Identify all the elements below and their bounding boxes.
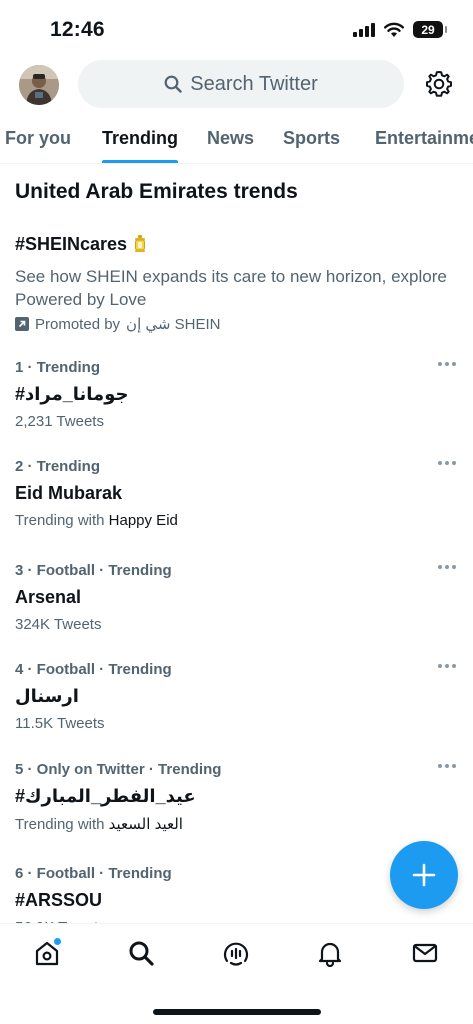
trend-tweet-count: 11.5K Tweets — [15, 715, 105, 732]
active-tab-indicator — [102, 160, 178, 163]
avatar[interactable] — [19, 65, 59, 105]
promo-title: #SHEINcares — [15, 234, 128, 254]
trend-name: #عيد_الفطر_المبارك — [15, 786, 196, 806]
tab-news[interactable]: News — [207, 128, 254, 149]
gear-icon — [426, 71, 452, 97]
trend-name: ارسنال — [15, 686, 79, 706]
section-title: United Arab Emirates trends — [15, 180, 298, 203]
trend-meta: 5 · Only on Twitter · Trending — [15, 761, 222, 778]
nav-home[interactable] — [32, 938, 62, 968]
more-options-icon[interactable] — [438, 359, 456, 369]
more-options-icon[interactable] — [438, 458, 456, 468]
trending-with-label: Trending with — [15, 512, 109, 529]
trend-item[interactable]: 2 · Trending Eid Mubarak Trending with H… — [15, 458, 460, 529]
promoted-advertiser: شي إن SHEIN — [126, 316, 221, 333]
trend-item[interactable]: 4 · Football · Trending ارسنال 11.5K Twe… — [15, 661, 460, 732]
trend-context: Trending with Happy Eid — [15, 512, 460, 529]
trend-name: #ARSSOU — [15, 890, 103, 910]
trend-meta: 2 · Trending — [15, 458, 101, 475]
status-bar: 12:46 29 — [0, 0, 473, 56]
status-icons: 29 — [353, 21, 447, 38]
trending-with-label: Trending with — [15, 816, 109, 833]
promoted-by: Promoted by شي إن SHEIN — [15, 315, 455, 333]
promo-description: See how SHEIN expands its care to new ho… — [15, 267, 447, 309]
trend-item[interactable]: 5 · Only on Twitter · Trending #عيد_الفط… — [15, 761, 460, 833]
promoted-icon — [15, 317, 29, 331]
related-trend: العيد السعيد — [108, 816, 183, 833]
wifi-icon — [384, 22, 404, 37]
bottom-navigation — [0, 923, 473, 1024]
trend-name: Arsenal — [15, 587, 82, 607]
nav-messages[interactable] — [410, 938, 440, 968]
compose-tweet-button[interactable] — [390, 841, 458, 909]
more-options-icon[interactable] — [438, 761, 456, 771]
bell-icon — [318, 942, 342, 967]
home-indicator — [153, 1009, 321, 1015]
nav-explore[interactable] — [126, 938, 156, 968]
explore-tabs: For you Trending News Sports Entertainme… — [0, 112, 473, 164]
trend-context: Trending with العيد السعيد — [15, 815, 460, 833]
tab-entertainment[interactable]: Entertainment — [375, 128, 473, 149]
trend-name: Eid Mubarak — [15, 483, 123, 503]
tab-trending[interactable]: Trending — [102, 128, 178, 149]
mail-icon — [412, 943, 438, 963]
tab-sports[interactable]: Sports — [283, 128, 340, 149]
search-placeholder: Search Twitter — [190, 72, 318, 95]
tab-for-you[interactable]: For you — [5, 128, 71, 149]
spaces-icon — [223, 942, 249, 966]
search-input[interactable]: Search Twitter — [78, 60, 404, 108]
battery-indicator: 29 — [413, 21, 447, 38]
promoted-label: Promoted by — [35, 315, 121, 333]
search-icon — [129, 941, 154, 966]
nav-notifications[interactable] — [315, 938, 345, 968]
plus-icon — [412, 863, 436, 887]
more-options-icon[interactable] — [438, 562, 456, 572]
more-options-icon[interactable] — [438, 661, 456, 671]
status-time: 12:46 — [50, 18, 105, 41]
trend-name: #جومانا_مراد — [15, 384, 129, 404]
cellular-signal-icon — [353, 22, 375, 37]
trend-tweet-count: 2,231 Tweets — [15, 413, 104, 430]
top-header: Search Twitter — [0, 56, 473, 112]
trend-item[interactable]: 3 · Football · Trending Arsenal 324K Twe… — [15, 562, 460, 633]
promoted-trend[interactable]: #SHEINcares See how SHEIN expands its ca… — [15, 234, 455, 333]
nav-spaces[interactable] — [221, 938, 251, 968]
search-icon — [164, 75, 182, 93]
trend-tweet-count: 324K Tweets — [15, 616, 102, 633]
settings-button[interactable] — [424, 69, 454, 99]
trend-item[interactable]: 1 · Trending #جومانا_مراد 2,231 Tweets — [15, 359, 460, 430]
notification-dot — [54, 938, 61, 945]
lantern-icon — [135, 234, 146, 252]
trend-meta: 4 · Football · Trending — [15, 661, 172, 678]
trend-meta: 1 · Trending — [15, 359, 101, 376]
related-trend: Happy Eid — [108, 512, 178, 529]
trend-meta: 3 · Football · Trending — [15, 562, 172, 579]
